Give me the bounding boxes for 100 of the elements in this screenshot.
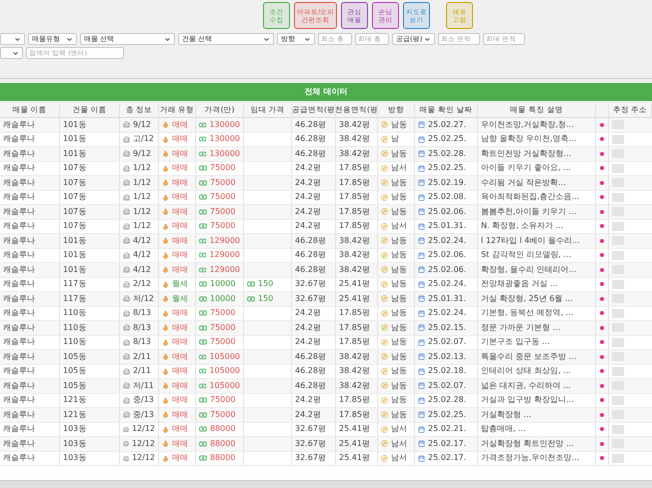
table-row[interactable]: 캐슬루나 110동 8/13 매매 75000 24.2평 17.85평 남동 25.02.07. 기본구조 입구동 ...	[0, 336, 652, 350]
table-row[interactable]: 캐슬루나 121동 중/13 매매 75000 24.2평 17.85평 남동 25.02.28. 거실과 입구방 확장입니...	[0, 394, 652, 408]
table-cell: 25.41평	[336, 422, 378, 436]
blurred-address	[612, 396, 624, 405]
horizontal-scrollbar[interactable]	[0, 480, 652, 488]
banknote-icon	[199, 193, 207, 202]
banknote-icon	[199, 396, 207, 404]
date-text: 25.02.25.	[428, 162, 466, 174]
price-text: 88000	[210, 423, 236, 436]
table-row[interactable]: 캐슬루나 110동 8/13 매매 75000 24.2평 17.85평 남동 25.02.24. 기본형, 동북선 예정역, ...	[0, 306, 652, 321]
table-cell: 캐슬루나	[0, 278, 60, 291]
table-row[interactable]: 캐슬루나 101동 4/12 매매 129000 46.28평 38.42평 남동 25.02.06. 확장형, 올수리 인테리어...	[0, 263, 652, 278]
calendar-icon	[418, 382, 425, 390]
price-text: 10000	[210, 278, 236, 290]
direction-text: 남서	[391, 452, 407, 464]
table-cell: 17.85평	[336, 408, 378, 422]
table-cell: 105동	[60, 379, 120, 392]
table-cell: 103동	[60, 452, 120, 465]
table-row[interactable]: 캐슬루나 101동 고/12 매매 130000 46.28평 38.42평 남 25.02.25. 남향 올확장 우이천,영축...	[0, 132, 652, 147]
table-cell: 32.67평	[292, 292, 336, 306]
table-cell: 38.42평	[336, 234, 378, 248]
compass-icon	[381, 121, 388, 128]
price-text: 129000	[209, 264, 240, 276]
calendar-icon	[418, 179, 425, 186]
price-text: 130000	[209, 118, 240, 131]
dropdown[interactable]	[0, 47, 23, 59]
building-icon	[123, 266, 130, 274]
price-text: 75000	[210, 408, 236, 421]
date-text: 25.02.24.	[428, 307, 466, 320]
building-icon	[123, 252, 130, 259]
date-text: 25.02.15.	[428, 322, 466, 334]
pin-icon	[600, 224, 604, 228]
table-row[interactable]: 캐슬루나 117동 저/12 월세 10000 150 32.67평 25.41평 남동 25.01.31. 거실 확장형, 25년 6월 ...	[0, 292, 652, 306]
table-cell: 17.85평	[336, 394, 378, 407]
date-text: 25.02.28.	[428, 394, 466, 406]
table-cell: 110동	[60, 306, 120, 320]
table-row[interactable]: 캐슬루나 105동 저/11 매매 105000 46.28평 38.42평 남동 25.02.07. 넓은 대지권, 수리하여 ...	[0, 379, 652, 394]
banknote-icon	[199, 324, 207, 332]
table-cell: 봄봄추천,아이들 키우기 ...	[478, 205, 596, 218]
table-row[interactable]: 캐슬루나 103동 12/12 매매 88000 32.67평 25.41평 남서 25.02.17. 거실확장형 확트인전망 ...	[0, 437, 652, 452]
price-text: 75000	[210, 206, 236, 218]
dropdown[interactable]	[0, 33, 25, 45]
banknote-icon	[199, 382, 206, 390]
table-row[interactable]: 캐슬루나 105동 2/11 매매 105000 46.28평 38.42평 남동 25.02.13. 특올수리 중문 보조주방 ...	[0, 350, 652, 364]
floor-text: 9/12	[133, 148, 151, 160]
table-row[interactable]: 캐슬루나 105동 2/11 매매 105000 46.28평 38.42평 남동 25.02.18. 인테리어 상태 최상임, ...	[0, 364, 652, 379]
table-cell: 가격조정가능,우이천조망...	[478, 452, 596, 465]
table-row[interactable]: 캐슬루나 101동 4/12 매매 129000 46.28평 38.42평 남동 25.02.06. St 감각적인 리모델링, ...	[0, 248, 652, 263]
direction-text: 남동	[391, 350, 407, 363]
table-cell: 24.2평	[292, 205, 336, 218]
table-cell: 46.28평	[292, 350, 336, 364]
price-text: 130000	[209, 148, 240, 160]
table-row[interactable]: 캐슬루나 110동 8/13 매매 75000 24.2평 17.85평 남동 25.02.15. 정문 가까운 기본형 ...	[0, 321, 652, 336]
table-row[interactable]: 캐슬루나 101동 9/12 매매 130000 46.28평 38.42평 남동 25.02.27. 우이천조망,거실확장,청...	[0, 118, 652, 132]
date-text: 25.02.17.	[428, 452, 466, 464]
calendar-icon	[418, 310, 425, 317]
deal-type: 매매	[172, 191, 188, 204]
calendar-icon	[418, 426, 425, 433]
blurred-address	[612, 424, 624, 434]
table-cell: 38.42평	[336, 350, 378, 364]
direction-text: 남동	[391, 307, 407, 320]
pin-icon	[600, 340, 604, 344]
calendar-icon	[418, 280, 425, 288]
table-row[interactable]: 캐슬루나 117동 2/12 월세 10000 150 32.67평 25.41평 남동 25.02.24. 전망채광좋음 거실 ...	[0, 278, 652, 292]
table-row[interactable]: 캐슬루나 101동 4/12 매매 129000 46.28평 38.42평 남동 25.02.24. l 127타입 l 4베이 올수리...	[0, 234, 652, 248]
table-cell: 46.28평	[292, 248, 336, 262]
table-cell: 거실확장형 ...	[478, 408, 596, 422]
banknote-icon	[199, 410, 207, 419]
table-row[interactable]: 캐슬루나 101동 9/12 매매 130000 46.28평 38.42평 남동 25.02.28. 확트인전망 거실확장형...	[0, 147, 652, 162]
table-cell: 46.28평	[292, 132, 336, 146]
pin-icon	[600, 282, 604, 286]
table-cell: 32.67평	[292, 422, 336, 436]
table-row[interactable]: 캐슬루나 107동 1/12 매매 75000 24.2평 17.85평 남동 25.02.06. 봄봄추천,아이들 키우기 ...	[0, 205, 652, 220]
banknote-icon	[199, 164, 207, 172]
calendar-icon	[418, 164, 425, 172]
table-row[interactable]: 캐슬루나 121동 중/13 매매 75000 24.2평 17.85평 남동 25.02.25. 거실확장형 ...	[0, 408, 652, 422]
compass-icon	[381, 368, 388, 375]
floor-text: 4/12	[133, 234, 151, 247]
table-row[interactable]: 캐슬루나 107동 1/12 매매 75000 24.2평 17.85평 남서 25.02.25. 아이들 키우기 좋아요, ...	[0, 162, 652, 176]
table-row[interactable]: 캐슬루나 107동 1/12 매매 75000 24.2평 17.85평 남서 25.01.31. N. 확장형, 소유자가 ...	[0, 220, 652, 234]
banknote-icon	[199, 294, 207, 303]
table-row[interactable]: 캐슬루나 103동 12/12 매매 88000 32.67평 25.41평 남서 25.02.21. 탑층매매, ...	[0, 422, 652, 437]
deal-type: 매매	[172, 365, 188, 378]
floor-text: 고/12	[133, 133, 154, 146]
price-text: 75000	[210, 220, 236, 232]
table-cell: 캐슬루나	[0, 220, 60, 233]
deal-type: 매매	[172, 394, 188, 406]
deal-type: 매매	[172, 438, 188, 450]
table-cell: 24.2평	[292, 306, 336, 320]
table-row[interactable]: 캐슬루나 107동 1/12 매매 75000 24.2평 17.85평 남동 25.02.19. 수리됨 거실 작은방확...	[0, 176, 652, 190]
table-row[interactable]: 캐슬루나 103동 12/12 매매 88000 32.67평 25.41평 남서 25.02.17. 가격조정가능,우이천조망...	[0, 452, 652, 466]
banknote-icon	[199, 135, 206, 144]
building-icon	[123, 295, 130, 302]
table-cell: 38.42평	[336, 147, 378, 160]
deal-type: 매매	[172, 206, 188, 218]
table-cell: 121동	[60, 394, 120, 407]
banknote-icon	[199, 309, 207, 318]
table-row[interactable]: 캐슬루나 107동 1/12 매매 75000 24.2평 17.85평 남동 25.02.08. 육아최적화된집,층간소음...	[0, 190, 652, 205]
banknote-icon	[199, 280, 207, 288]
compass-icon	[381, 426, 388, 433]
